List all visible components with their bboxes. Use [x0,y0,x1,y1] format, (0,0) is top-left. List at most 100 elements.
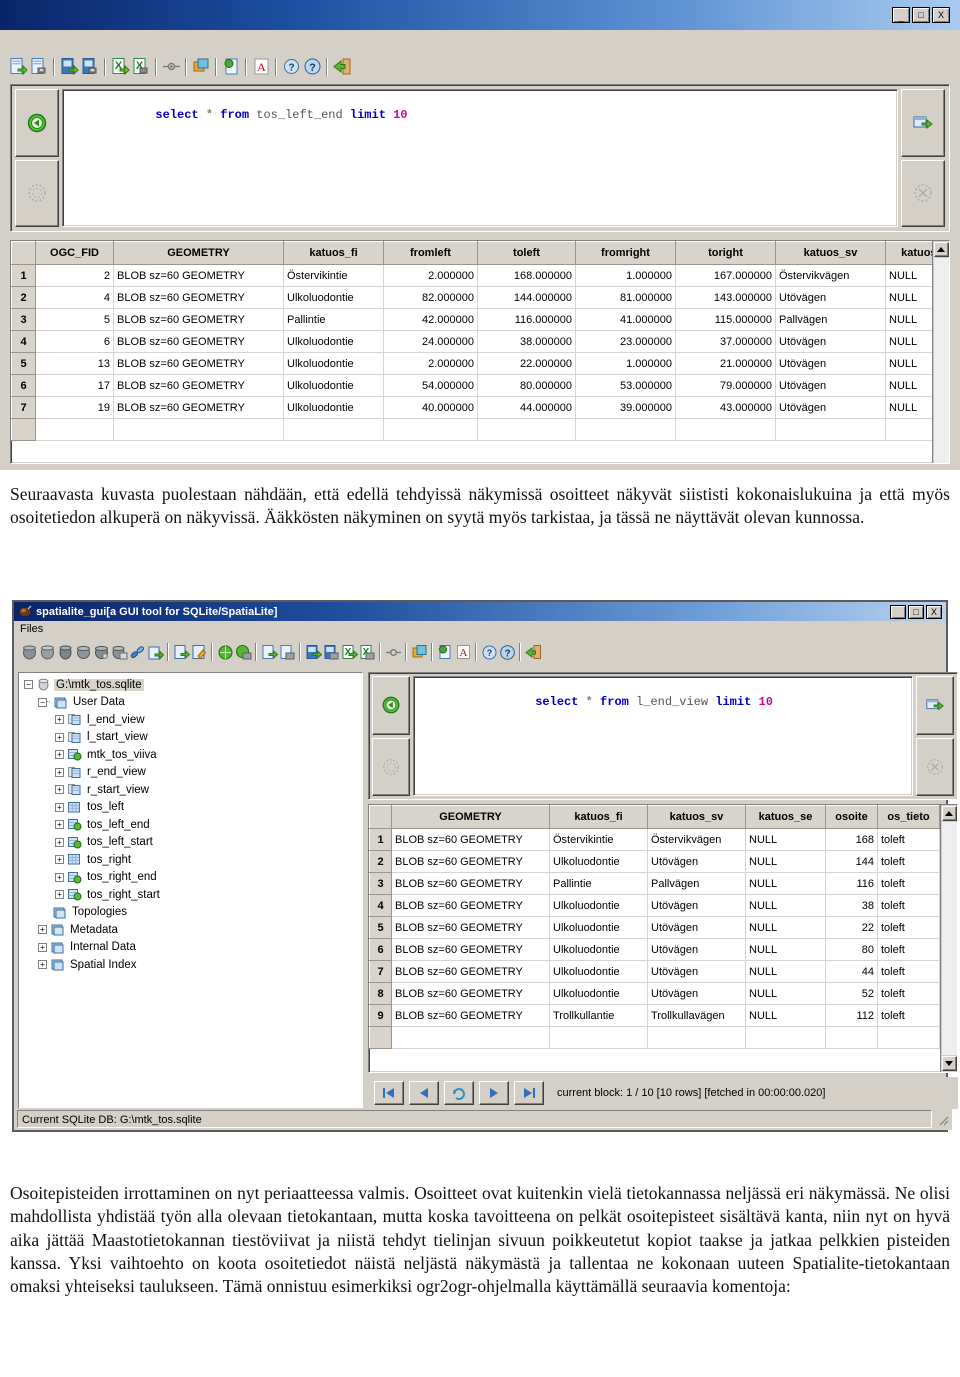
network-icon[interactable] [384,643,402,661]
scroll-track[interactable] [941,822,957,1055]
sidebar-item-tos-right-end[interactable]: + tos_right_end [21,869,360,887]
tree-item-label[interactable]: r_end_view [85,766,148,778]
tree-item-label[interactable]: tos_left [85,801,126,813]
exit-icon[interactable] [332,57,352,77]
save-memory-icon[interactable] [110,643,128,661]
load-dbf-icon[interactable] [59,57,79,77]
tree-item-label[interactable]: l_start_view [85,731,150,743]
tree-item-internal-data[interactable]: + Internal Data [21,939,360,957]
tree-root-label[interactable]: G:\mtk_tos.sqlite [54,678,144,691]
table-row[interactable]: 8 BLOB sz=60 GEOMETRY Ulkoluodontie Utöv… [369,982,940,1005]
tree-expander[interactable]: + [55,785,64,795]
table-row[interactable]: 2 4 BLOB sz=60 GEOMETRY Ulkoluodontie 82… [11,286,932,309]
minimize-button[interactable]: _ [890,604,906,619]
vacuum-icon[interactable] [146,643,164,661]
font-icon[interactable]: A [454,643,472,661]
tree-expander[interactable]: − [38,697,47,707]
tree-expander[interactable]: + [55,767,64,777]
tree-item-user-data[interactable]: − User Data [21,694,360,712]
top-window-toolbar[interactable]: X X A ? ? [0,50,960,83]
tree-item-label[interactable]: Metadata [68,924,120,936]
sidebar-item-r-start-view[interactable]: + r_start_view [21,781,360,799]
tree-item-label[interactable]: Topologies [70,906,129,918]
save-shp-icon[interactable] [234,643,252,661]
col-katuos-sv[interactable]: katuos_sv [647,805,746,829]
tree-expander[interactable]: + [55,872,64,882]
tree-item-topologies[interactable]: Topologies [21,904,360,922]
srid-icon[interactable] [221,57,241,77]
record-navigation-bar[interactable]: current block: 1 / 10 [10 rows] [fetched… [368,1077,958,1109]
col-katuos-se[interactable]: katuos_se [745,805,826,829]
bottom-grid-vertical-scrollbar[interactable] [940,805,957,1072]
table-row[interactable]: 5 13 BLOB sz=60 GEOMETRY Ulkoluodontie 2… [11,352,932,375]
col-osoite[interactable]: osoite [825,805,878,829]
sidebar-item-tos-left-start[interactable]: + tos_left_start [21,834,360,852]
table-row[interactable]: 7 19 BLOB sz=60 GEOMETRY Ulkoluodontie 4… [11,396,932,419]
stop-query-button[interactable] [901,159,945,227]
col-fromleft[interactable]: fromleft [383,241,478,265]
load-shapefile-icon[interactable] [8,57,28,77]
load-xls-icon[interactable]: X [110,57,130,77]
load-dbf-icon[interactable] [304,643,322,661]
col-katuos-se[interactable]: katuos_se [885,241,932,265]
help-icon[interactable]: ? [302,57,322,77]
create-db-icon[interactable] [38,643,56,661]
tree-item-label[interactable]: Spatial Index [68,959,139,971]
tree-item-label[interactable]: tos_left_start [85,836,155,848]
table-row[interactable]: 6 17 BLOB sz=60 GEOMETRY Ulkoluodontie 5… [11,374,932,397]
table-row[interactable]: 7 BLOB sz=60 GEOMETRY Ulkoluodontie Utöv… [369,960,940,983]
col-katuos-fi[interactable]: katuos_fi [549,805,648,829]
scroll-up-button[interactable] [933,242,949,257]
tree-expander[interactable]: + [55,715,64,725]
table-row[interactable]: 4 BLOB sz=60 GEOMETRY Ulkoluodontie Utöv… [369,894,940,917]
sidebar-item-l-end-view[interactable]: + l_end_view [21,711,360,729]
resize-grip[interactable] [935,1112,949,1126]
tree-item-label[interactable]: r_start_view [85,784,151,796]
bottom-result-grid[interactable]: GEOMETRY katuos_fi katuos_sv katuos_se o… [369,805,940,1049]
col-os-tieto[interactable]: os_tieto [877,805,940,829]
scroll-down-button[interactable] [941,1056,957,1071]
tree-expander[interactable]: + [55,855,64,865]
srid-icon[interactable] [410,643,428,661]
tree-item-spatial-index[interactable]: + Spatial Index [21,956,360,974]
tree-expander[interactable]: + [38,925,47,935]
col-katuos-fi[interactable]: katuos_fi [283,241,384,265]
attach-db-icon[interactable] [128,643,146,661]
top-result-grid[interactable]: OGC_FID GEOMETRY katuos_fi fromleft tole… [11,241,932,441]
next-record-button[interactable] [479,1081,509,1105]
load-txt-icon[interactable] [260,643,278,661]
table-row[interactable]: 2 BLOB sz=60 GEOMETRY Ulkoluodontie Utöv… [369,850,940,873]
top-sql-text-area[interactable]: select * from tos_left_end limit 10 [62,89,898,227]
save-txt-icon[interactable] [278,643,296,661]
bottom-editor-left-buttons[interactable] [372,676,410,796]
about-icon[interactable]: ? [281,57,301,77]
tree-expander[interactable]: + [38,960,47,970]
sidebar-item-tos-left-end[interactable]: + tos_left_end [21,816,360,834]
tree-item-label[interactable]: User Data [71,696,127,708]
tree-item-label[interactable]: tos_right [85,854,133,866]
tree-root-row[interactable]: − G:\mtk_tos.sqlite [21,676,360,694]
save-dbf-icon[interactable] [80,57,100,77]
first-record-button[interactable] [374,1081,404,1105]
tree-item-label[interactable]: tos_right_end [85,871,159,883]
last-record-button[interactable] [514,1081,544,1105]
memory-db-icon[interactable] [74,643,92,661]
tree-expander[interactable]: + [55,820,64,830]
execute-sql-button[interactable] [372,676,410,735]
table-row[interactable]: 6 BLOB sz=60 GEOMETRY Ulkoluodontie Utöv… [369,938,940,961]
col-katuos-sv[interactable]: katuos_sv [775,241,886,265]
top-editor-left-buttons[interactable] [15,89,59,227]
about-icon[interactable]: ? [480,643,498,661]
close-button[interactable]: X [926,604,942,619]
save-xls-icon[interactable]: X [131,57,151,77]
tree-expander[interactable]: + [55,890,64,900]
close-db-icon[interactable] [56,643,74,661]
charset-icon[interactable] [436,643,454,661]
tree-item-metadata[interactable]: + Metadata [21,921,360,939]
tree-item-label[interactable]: Internal Data [68,941,138,953]
network-icon[interactable] [161,57,181,77]
sidebar-item-tos-right-start[interactable]: + tos_right_start [21,886,360,904]
maximize-button[interactable]: □ [912,7,930,23]
tree-expander[interactable]: + [55,750,64,760]
tree-item-label[interactable]: tos_right_start [85,889,162,901]
